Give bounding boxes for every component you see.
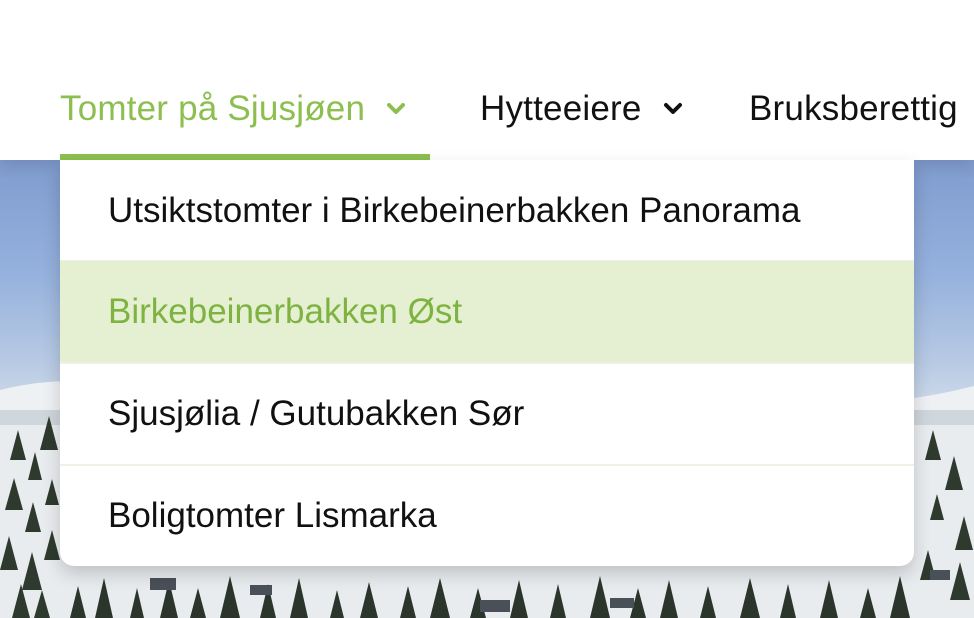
nav-item-hytteeiere[interactable]: Hytteeiere: [480, 86, 684, 132]
dropdown-item-boligtomter-lismarka[interactable]: Boligtomter Lismarka: [60, 465, 914, 566]
nav-item-tomter-pa-sjusjoen[interactable]: Tomter på Sjusjøen: [60, 86, 407, 132]
main-navigation: Tomter på Sjusjøen Hytteeiere Bruksberet…: [0, 0, 974, 160]
dropdown-item-utsiktstomter-birkebeinerbakken-panorama[interactable]: Utsiktstomter i Birkebeinerbakken Panora…: [60, 160, 914, 261]
dropdown-item-label: Birkebeinerbakken Øst: [108, 291, 463, 331]
dropdown-item-label: Sjusjølia / Gutubakken Sør: [108, 393, 525, 433]
dropdown-item-birkebeinerbakken-ost[interactable]: Birkebeinerbakken Øst: [60, 261, 914, 362]
chevron-down-icon: [385, 98, 407, 120]
nav-item-label: Hytteeiere: [480, 89, 642, 128]
dropdown-item-label: Boligtomter Lismarka: [108, 495, 437, 535]
nav-dropdown-menu: Utsiktstomter i Birkebeinerbakken Panora…: [60, 160, 914, 566]
nav-item-label: Tomter på Sjusjøen: [60, 89, 366, 128]
dropdown-item-sjusjolia-gutubakken-sor[interactable]: Sjusjølia / Gutubakken Sør: [60, 363, 914, 464]
chevron-down-icon: [662, 98, 684, 120]
page: Tomter på Sjusjøen Hytteeiere Bruksberet…: [0, 0, 974, 618]
nav-item-bruksberettig[interactable]: Bruksberettig: [749, 86, 958, 132]
nav-item-label: Bruksberettig: [749, 89, 958, 128]
dropdown-item-label: Utsiktstomter i Birkebeinerbakken Panora…: [108, 190, 801, 230]
